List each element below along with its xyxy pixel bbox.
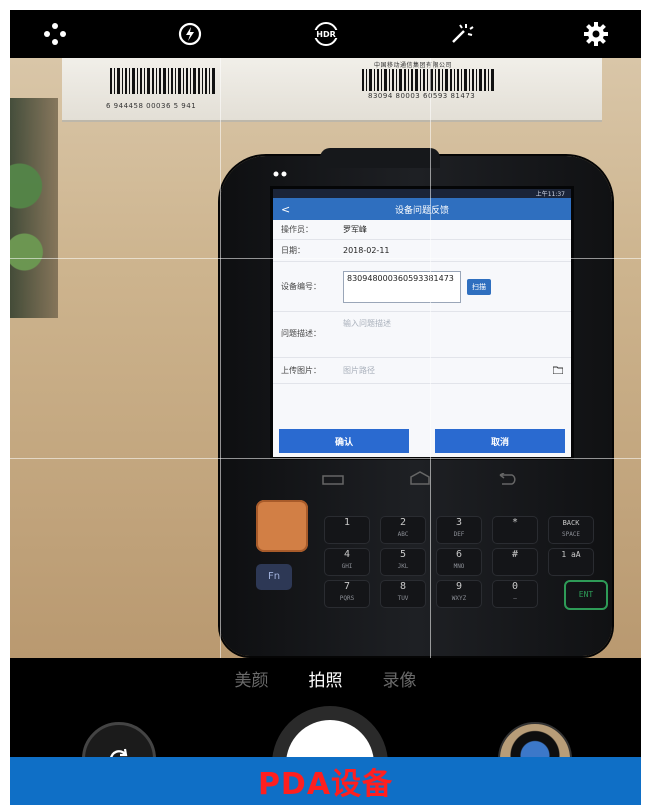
caption-text: PDA设备 [257,767,394,802]
back-arrow-icon[interactable]: < [281,203,290,216]
key-6[interactable]: 6 MNO [436,548,482,576]
camera-top-bar: HDR [10,10,641,58]
grid-line-v1 [220,58,221,658]
cancel-button[interactable]: 取消 [435,429,565,453]
menu-key-icon[interactable] [322,470,345,489]
key-5[interactable]: 5 JKL [380,548,426,576]
problem-input[interactable]: 输入问题描述 [343,318,391,329]
pda-app-bar: < 设备问题反馈 [273,198,571,220]
problem-label: 问题描述： [281,329,321,338]
device-code-field[interactable]: 830948000360593381473 [343,270,461,303]
confirm-button[interactable]: 确认 [279,429,409,453]
back-key-icon[interactable] [496,470,518,489]
key-7[interactable]: 7 PQRS [324,580,370,608]
barcode-right-digits: 83094 80003 60593 81473 [368,92,476,100]
key-hash[interactable]: # [492,548,538,576]
svg-text:HDR: HDR [316,30,336,39]
flash-auto-icon[interactable] [175,19,205,49]
fn-key[interactable]: Fn [256,564,292,590]
hdr-icon[interactable]: HDR [311,19,341,49]
magic-wand-icon[interactable] [446,19,476,49]
upload-path-input[interactable]: 图片路径 [343,365,553,376]
mode-photo[interactable]: 拍照 [309,666,343,691]
barcode-left-digits: 6 944458 00036 5 941 [106,102,197,110]
scan-button[interactable]: 扫描 [467,278,491,295]
camera-controls [10,702,641,805]
key-2[interactable]: 2 ABC [380,516,426,544]
pda-screen-title: 设备问题反馈 [394,205,449,216]
folder-icon[interactable] [552,366,564,376]
device-top-bump [320,148,440,168]
mode-beauty[interactable]: 美颜 [235,666,269,691]
camera-app: HDR 6 944458 00036 5 941 中国移动通信集团有限公司 83… [10,10,641,805]
grid-line-h1 [10,258,641,259]
orange-scan-key[interactable] [256,500,308,552]
background-plant [10,98,58,318]
caption-banner: PDA设备 [10,757,641,805]
operator-value: 罗军峰 [343,225,367,234]
key-4[interactable]: 4 GHI [324,548,370,576]
ent-key[interactable]: ENT [564,580,608,610]
operator-label: 操作员： [281,225,313,234]
barcode-left [110,68,215,94]
pda-screen: 上午11:37 < 设备问题反馈 操作员： 罗军峰 日期： 2018-02-11… [270,186,574,460]
key-8[interactable]: 8 TUV [380,580,426,608]
problem-row: 问题描述： 输入问题描述 [273,312,571,358]
indicator-dots [273,171,287,177]
key-0[interactable]: 0— [492,580,538,608]
camera-mode-selector: 美颜 拍照 录像 [10,658,641,698]
key-9[interactable]: 9 WXYZ [436,580,482,608]
date-value: 2018-02-11 [343,246,390,255]
key-1[interactable]: 1 [324,516,370,544]
grid-line-h2 [10,458,641,459]
more-dots-icon[interactable] [40,19,70,49]
operator-row: 操作员： 罗军峰 [273,220,571,240]
pda-keypad: Fn 1 2 ABC 3 DEF * BACK SPACE 4 GHI 5 JKL 6 MN… [256,500,608,648]
camera-viewfinder[interactable]: 6 944458 00036 5 941 中国移动通信集团有限公司 83094 … [10,58,641,658]
grid-line-v2 [430,58,431,658]
pda-status-bar: 上午11:37 [273,189,571,198]
key-case-toggle[interactable]: 1 aA [548,548,594,576]
pda-nav-keys [290,466,550,492]
mode-video[interactable]: 录像 [383,666,417,691]
device-code-row: 设备编号： 830948000360593381473 扫描 [273,262,571,312]
pda-device: 上午11:37 < 设备问题反馈 操作员： 罗军峰 日期： 2018-02-11… [220,148,612,656]
key-backspace[interactable]: BACK SPACE [548,516,594,544]
date-label: 日期： [281,246,305,255]
key-3[interactable]: 3 DEF [436,516,482,544]
product-box: 6 944458 00036 5 941 中国移动通信集团有限公司 83094 … [62,58,602,122]
upload-row: 上传图片： 图片路径 [273,358,571,384]
upload-label: 上传图片： [281,366,321,375]
pda-action-buttons: 确认 取消 [273,429,571,453]
device-code-label: 设备编号： [281,282,321,291]
home-key-icon[interactable] [409,470,431,489]
key-star[interactable]: * [492,516,538,544]
settings-gear-icon[interactable] [581,19,611,49]
